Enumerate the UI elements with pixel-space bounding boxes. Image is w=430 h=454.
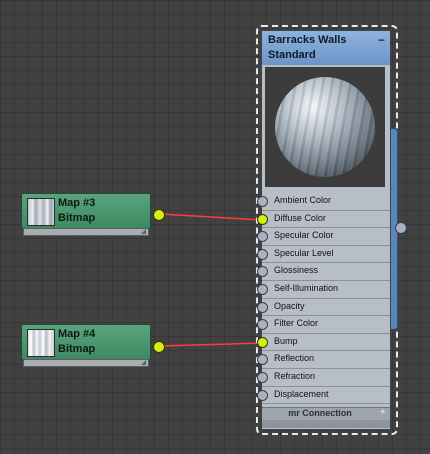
material-type: Standard — [268, 49, 316, 61]
input-socket-icon[interactable] — [257, 371, 268, 383]
slot-label: Refraction — [274, 370, 316, 381]
slot-refraction[interactable]: Refraction — [257, 369, 390, 387]
slot-label: Glossiness — [274, 265, 319, 276]
preview-sphere — [275, 77, 375, 177]
input-socket-icon[interactable] — [257, 389, 268, 401]
slot-label: Specular Level — [274, 247, 334, 258]
slot-self-illumination[interactable]: Self-Illumination — [257, 281, 390, 299]
input-socket-icon[interactable] — [257, 196, 268, 207]
slot-label: Bump — [274, 335, 298, 346]
mr-connection-label: mr Connection — [288, 408, 352, 418]
material-node-bottom-bar — [262, 420, 390, 428]
slot-label: Reflection — [274, 353, 315, 364]
slot-label: Self-Illumination — [274, 282, 339, 293]
slot-specular-level[interactable]: Specular Level — [257, 246, 390, 264]
input-socket-icon[interactable] — [257, 354, 268, 366]
slot-label: Opacity — [274, 300, 305, 311]
map-node-title: Map #4 — [58, 328, 96, 340]
map-node-title: Map #3 — [58, 197, 96, 209]
slot-ambient-color[interactable]: Ambient Color — [257, 193, 390, 211]
slot-label: Specular Color — [274, 230, 334, 241]
mr-connection-rollout[interactable]: mr Connection + — [262, 406, 390, 420]
map-node-3[interactable]: Map #3 Bitmap — [21, 193, 151, 237]
map-node-rollout-bar[interactable] — [23, 359, 149, 367]
input-socket-icon[interactable] — [257, 248, 268, 260]
resize-grip-icon[interactable] — [141, 229, 146, 234]
slot-filter-color[interactable]: Filter Color — [257, 316, 390, 334]
expand-plus-icon[interactable]: + — [380, 406, 386, 418]
input-socket-icon[interactable] — [257, 266, 268, 278]
slot-opacity[interactable]: Opacity — [257, 299, 390, 317]
resize-grip-icon[interactable] — [141, 360, 146, 365]
map-node-body[interactable]: Map #4 Bitmap — [21, 324, 151, 360]
material-node[interactable]: Barracks Walls Standard − Ambient Color … — [257, 30, 391, 430]
slot-label: Displacement — [274, 388, 329, 399]
map-node-rollout-bar[interactable] — [23, 228, 149, 236]
slot-label: Ambient Color — [274, 195, 332, 205]
wire-map4-bump[interactable] — [159, 342, 263, 347]
map4-output-socket[interactable] — [153, 341, 165, 353]
map-node-body[interactable]: Map #3 Bitmap — [21, 193, 151, 229]
input-socket-icon[interactable] — [257, 336, 268, 348]
map-node-type: Bitmap — [58, 212, 96, 224]
material-node-header[interactable]: Barracks Walls Standard − — [262, 31, 390, 65]
slot-bump[interactable]: Bump — [257, 334, 390, 352]
input-socket-icon[interactable] — [257, 319, 268, 331]
wire-map3-diffuse[interactable] — [159, 213, 263, 221]
minimize-icon[interactable]: − — [378, 33, 385, 47]
input-socket-icon[interactable] — [257, 231, 268, 243]
map3-output-socket[interactable] — [153, 209, 165, 221]
slot-label: Filter Color — [274, 318, 319, 329]
bitmap-thumbnail-icon — [27, 329, 55, 357]
slot-glossiness[interactable]: Glossiness — [257, 263, 390, 281]
slot-reflection[interactable]: Reflection — [257, 351, 390, 369]
input-socket-icon[interactable] — [257, 283, 268, 295]
input-socket-icon[interactable] — [257, 301, 268, 313]
slot-specular-color[interactable]: Specular Color — [257, 228, 390, 246]
slot-label: Diffuse Color — [274, 212, 326, 223]
material-output-socket[interactable] — [395, 222, 407, 234]
slot-diffuse-color[interactable]: Diffuse Color — [257, 211, 390, 229]
map-node-4[interactable]: Map #4 Bitmap — [21, 324, 151, 368]
map-node-type: Bitmap — [58, 343, 96, 355]
input-socket-icon[interactable] — [257, 213, 268, 225]
bitmap-thumbnail-icon — [27, 198, 55, 226]
material-slot-list: Ambient Color Diffuse Color Specular Col… — [257, 193, 390, 405]
slot-displacement[interactable]: Displacement — [257, 387, 390, 405]
material-name: Barracks Walls — [268, 34, 347, 46]
material-preview[interactable] — [265, 67, 385, 187]
